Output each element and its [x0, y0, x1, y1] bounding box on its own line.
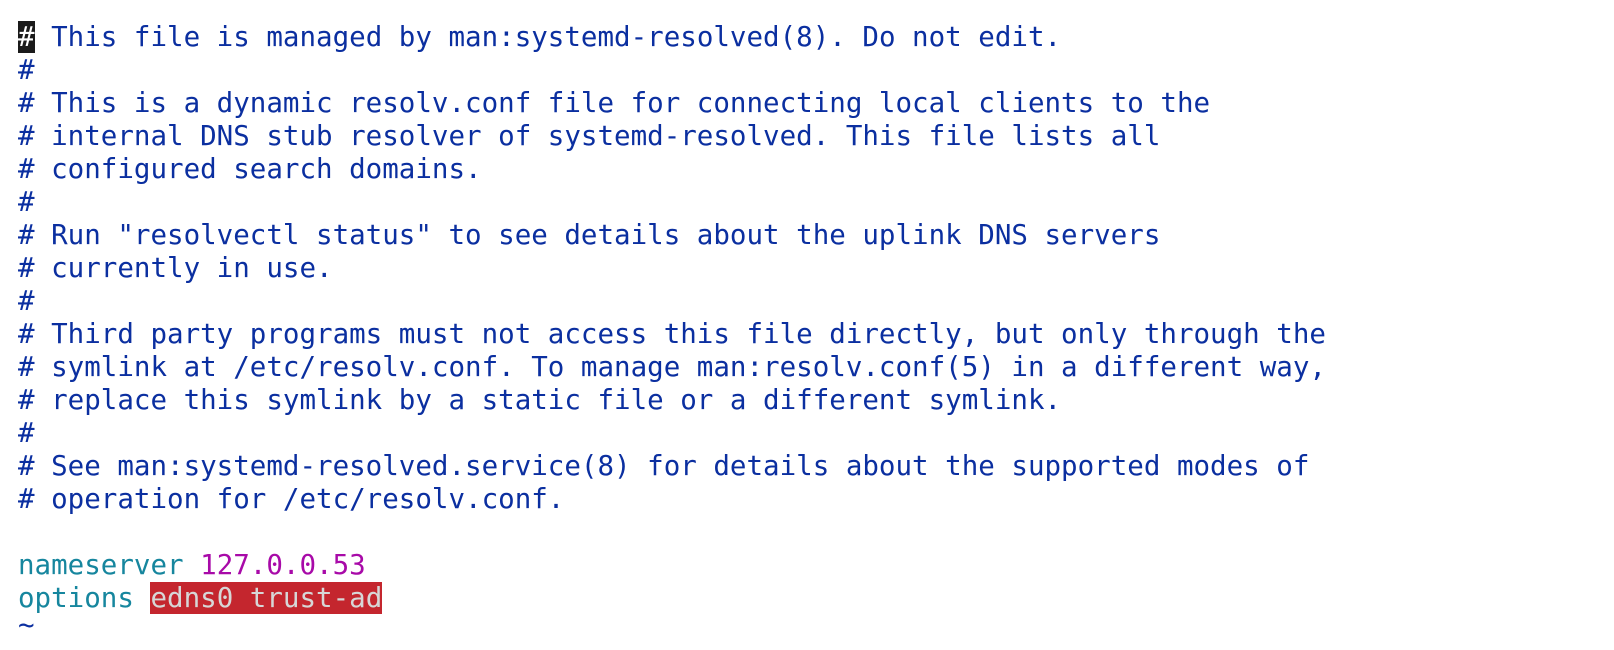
comment-line: #	[18, 285, 35, 317]
comment-line: # This is a dynamic resolv.conf file for…	[18, 87, 1211, 119]
comment-line: #	[18, 54, 35, 86]
comment-line: # currently in use.	[18, 252, 333, 284]
comment-line: # configured search domains.	[18, 153, 482, 185]
nameserver-line: nameserver 127.0.0.53	[18, 549, 1614, 582]
comment-line: #	[18, 417, 35, 449]
empty-line-tilde: ~	[18, 615, 35, 635]
comment-line: # internal DNS stub resolver of systemd-…	[18, 120, 1161, 152]
options-line: options edns0 trust-ad	[18, 582, 1614, 615]
nameserver-keyword: nameserver	[18, 549, 184, 581]
comment-line: #	[18, 186, 35, 218]
comment-line: # Run "resolvectl status" to see details…	[18, 219, 1161, 251]
comment-line: # operation for /etc/resolv.conf.	[18, 483, 565, 515]
options-value-highlighted: edns0 trust-ad	[150, 582, 383, 614]
text-editor[interactable]: # This file is managed by man:systemd-re…	[0, 0, 1614, 650]
options-keyword: options	[18, 582, 134, 614]
comment-line: # replace this symlink by a static file …	[18, 384, 1062, 416]
comment-line: # Third party programs must not access t…	[18, 318, 1326, 350]
comment-line: # symlink at /etc/resolv.conf. To manage…	[18, 351, 1326, 383]
line-1: # This file is managed by man:systemd-re…	[18, 21, 1614, 54]
text-cursor: #	[18, 21, 35, 53]
comment-line: # See man:systemd-resolved.service(8) fo…	[18, 450, 1310, 482]
nameserver-value: 127.0.0.53	[200, 549, 366, 581]
line-1-text: This file is managed by man:systemd-reso…	[34, 21, 1062, 53]
